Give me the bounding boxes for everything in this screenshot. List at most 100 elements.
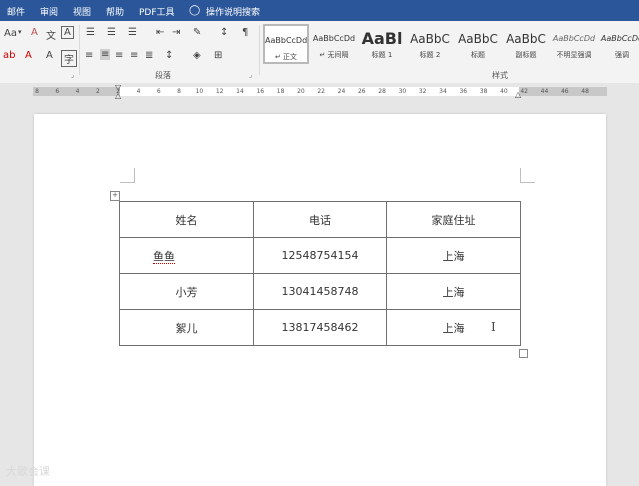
chinese-layout-icon[interactable]: ✎ [193,27,201,38]
tab-review[interactable]: 审阅 [40,5,58,18]
font-dialog-launcher-icon[interactable]: ⌟ [71,71,74,79]
clear-format-icon[interactable]: A [31,27,38,38]
ruler-mark: 34 [439,88,447,95]
ruler-mark: 20 [297,88,305,95]
multilevel-list-icon[interactable]: ☰ [128,27,137,38]
style-heading-1[interactable]: AaBl 标题 1 [359,24,405,64]
style-normal[interactable]: AaBbCcDd ↵ 正文 [263,24,309,64]
ruler-mark: 2 [95,88,100,95]
tab-mailings[interactable]: 邮件 [7,5,25,18]
style-name: 强调 [615,51,629,59]
character-border-icon[interactable]: A [61,26,74,39]
ruler-mark: 32 [418,88,427,95]
ruler-mark: 44 [540,88,549,95]
change-case-button[interactable]: Aa [4,28,17,39]
style-emphasis[interactable]: AaBbCcDd 强调 [599,24,639,64]
numbering-icon[interactable]: ☰ [107,27,116,38]
style-name: 标题 1 [371,51,393,59]
spell-check-word: 鱼鱼 [153,249,175,264]
ruler-mark: 42 [520,88,529,95]
table-cell[interactable]: 姓名 [119,201,254,238]
tell-me-search[interactable]: 操作说明搜索 [206,5,260,18]
borders-icon[interactable]: ⊞ [214,50,222,61]
table-row: 小芳 13041458748 上海 [119,273,521,310]
table-cell[interactable]: 絮儿 [119,309,254,346]
hanging-indent-marker[interactable]: △ [115,91,121,100]
table-cell[interactable]: 上海 [386,273,521,310]
table-cell[interactable]: 12548754154 [253,237,387,274]
phonetic-guide-icon[interactable]: 文 [46,27,56,42]
ruler-mark: 48 [581,88,589,95]
table-move-handle[interactable]: + [110,191,120,201]
ruler-mark: 6 [55,88,60,95]
table-cell[interactable]: 上海 [386,237,521,274]
enclose-character-icon[interactable]: 字 [61,50,77,67]
character-shading-icon[interactable]: A [46,50,53,61]
table-cell[interactable]: 小芳 [119,273,254,310]
chevron-down-icon: ▾ [18,28,22,36]
ruler-mark: 4 [75,88,80,95]
sort-icon[interactable]: ↕ [220,27,228,38]
align-center-icon[interactable]: ≡ [100,49,111,60]
table-cell[interactable]: 鱼鱼 [119,237,254,274]
margin-corner-mark [520,168,535,183]
style-no-spacing[interactable]: AaBbCcDd ↵ 无间隔 [311,24,357,64]
bullets-icon[interactable]: ☰ [86,27,95,38]
style-name: 标题 2 [419,51,441,59]
ribbon: Aa ▾ A 文 A ab A A 字 ⌟ ☰ ☰ ☰ ⇤ ⇥ ✎ ↕ ¶ ≡ … [0,21,639,84]
data-table[interactable]: 姓名 电话 家庭住址 鱼鱼 12548754154 上海 小芳 13041458… [119,201,521,346]
ribbon-tab-bar: 邮件 审阅 视图 帮助 PDF工具 ◯ 操作说明搜索 [0,0,639,21]
style-name: ↵ 无间隔 [319,51,349,59]
ruler-mark: 10 [195,88,204,95]
paragraph-dialog-launcher-icon[interactable]: ⌟ [249,71,252,79]
line-spacing-icon[interactable]: ↕ [165,50,173,61]
lightbulb-icon: ◯ [189,5,201,16]
align-left-icon[interactable]: ≡ [85,50,93,61]
tab-pdf-tools[interactable]: PDF工具 [139,5,175,18]
ruler-mark: 26 [357,88,366,95]
font-color-icon[interactable]: A [25,50,32,61]
table-cell[interactable]: 电话 [253,201,387,238]
tab-view[interactable]: 视图 [73,5,91,18]
style-preview: AaBl [361,30,403,48]
table-cell[interactable]: 13041458748 [253,273,387,310]
table-row: 絮儿 13817458462 上海 [119,309,521,346]
ruler-mark: 30 [398,88,407,95]
table-resize-handle[interactable] [519,349,528,358]
table-row: 姓名 电话 家庭住址 [119,201,521,238]
paragraph-group-label: 段落 [155,71,171,80]
ruler-mark: 46 [560,88,569,95]
justify-icon[interactable]: ≡ [130,50,138,61]
ruler-mark: 36 [459,88,468,95]
ruler-mark: 28 [378,88,386,95]
ruler-mark: 6 [156,88,161,95]
tab-help[interactable]: 帮助 [106,5,124,18]
highlight-icon[interactable]: ab [3,50,15,61]
ruler-mark: 8 [35,88,39,95]
shading-icon[interactable]: ◈ [193,50,201,61]
right-indent-marker[interactable]: △ [515,90,521,99]
style-subtitle[interactable]: AaBbC 副标题 [503,24,549,64]
margin-corner-mark [120,168,135,183]
ruler-mark: 24 [337,88,346,95]
table-cell[interactable]: 家庭住址 [386,201,521,238]
decrease-indent-icon[interactable]: ⇤ [156,27,164,38]
style-preview: AaBbCcDd [600,34,639,43]
increase-indent-icon[interactable]: ⇥ [172,27,180,38]
style-preview: AaBbC [410,32,450,46]
style-title[interactable]: AaBbC 标题 [455,24,501,64]
style-preview: AaBbC [506,32,546,46]
group-divider [79,25,80,75]
horizontal-ruler: 8 6 4 2 2 4 6 8 10 12 14 16 18 20 22 24 26 28 30 32 34 36 38 40… [0,83,639,101]
ruler-mark: 22 [317,88,326,95]
show-marks-icon[interactable]: ¶ [242,27,248,38]
style-heading-2[interactable]: AaBbC 标题 2 [407,24,453,64]
ruler-mark: 8 [177,88,182,95]
distributed-icon[interactable]: ≣ [145,50,153,61]
style-subtle-emphasis[interactable]: AaBbCcDd 不明显强调 [551,24,597,64]
table-cell[interactable]: 上海 [386,309,521,346]
style-preview: AaBbC [458,32,498,46]
align-right-icon[interactable]: ≡ [115,50,123,61]
table-cell[interactable]: 13817458462 [253,309,387,346]
style-name: ↵ 正文 [274,53,298,61]
